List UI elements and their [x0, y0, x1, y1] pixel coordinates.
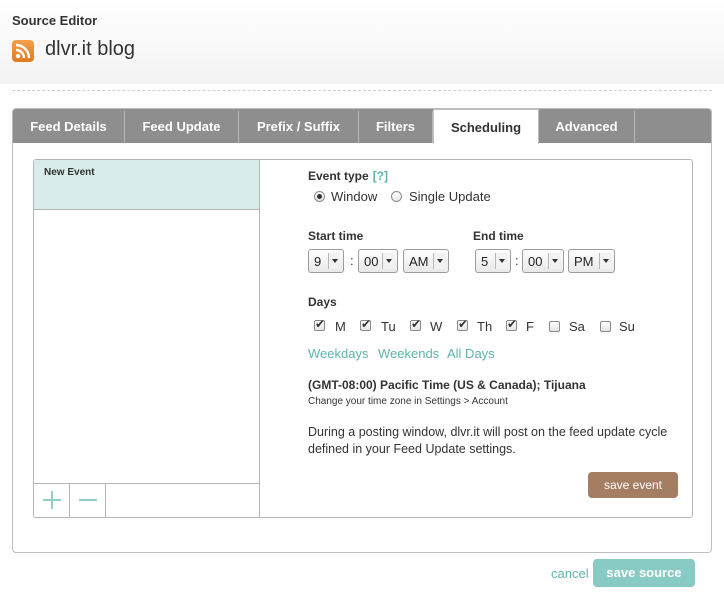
- start-ampm-select[interactable]: AM: [403, 249, 449, 273]
- remove-event-button[interactable]: [70, 484, 106, 517]
- all-days-link[interactable]: All Days: [447, 346, 495, 361]
- end-ampm-select[interactable]: PM: [568, 249, 615, 273]
- chevron-down-icon: [328, 253, 341, 269]
- end-ampm-value: PM: [574, 254, 594, 269]
- start-ampm-value: AM: [409, 254, 429, 269]
- event-list-item[interactable]: New Event: [34, 160, 259, 210]
- page-title: Source Editor: [12, 13, 98, 28]
- start-hour-select[interactable]: 9: [308, 249, 344, 273]
- tab-feed-update[interactable]: Feed Update: [125, 111, 239, 143]
- window-description: During a posting window, dlvr.it will po…: [308, 425, 668, 456]
- start-minute-select[interactable]: 00: [358, 249, 398, 273]
- event-form: Event type [?] Window Single Update Start…: [288, 160, 688, 517]
- tab-advanced[interactable]: Advanced: [539, 111, 635, 143]
- days-label: Days: [308, 295, 337, 309]
- day-checkbox-sa[interactable]: [549, 321, 560, 332]
- day-label-m: M: [335, 319, 346, 334]
- chevron-down-icon: [548, 253, 561, 269]
- single-update-radio[interactable]: [391, 191, 402, 202]
- day-checkbox-w[interactable]: [410, 317, 421, 331]
- tab-feed-details[interactable]: Feed Details: [13, 111, 125, 143]
- end-minute-select[interactable]: 00: [522, 249, 564, 273]
- day-checkbox-su[interactable]: [600, 321, 611, 332]
- start-hour-value: 9: [314, 254, 322, 269]
- chevron-down-icon: [599, 253, 612, 269]
- day-label-tu: Tu: [381, 319, 396, 334]
- chevron-down-icon: [495, 253, 508, 269]
- end-hour-value: 5: [481, 254, 489, 269]
- divider: [12, 90, 712, 91]
- day-label-sa: Sa: [569, 319, 585, 334]
- day-label-th: Th: [477, 319, 493, 334]
- chevron-down-icon: [382, 253, 395, 269]
- day-checkbox-th[interactable]: [457, 317, 468, 331]
- window-radio-label: Window: [331, 189, 378, 204]
- tab-scheduling[interactable]: Scheduling: [433, 109, 539, 144]
- timezone-hint: Change your time zone in Settings > Acco…: [308, 396, 508, 407]
- time-separator: :: [515, 253, 519, 268]
- event-type-label-text: Event type: [308, 169, 369, 183]
- window-radio[interactable]: [314, 191, 325, 202]
- day-label-f: F: [526, 319, 534, 334]
- day-checkbox-f[interactable]: [506, 317, 517, 331]
- tab-filters[interactable]: Filters: [359, 111, 433, 143]
- end-minute-value: 00: [528, 254, 543, 269]
- single-update-radio-label: Single Update: [409, 189, 491, 204]
- time-separator: :: [350, 253, 354, 268]
- scheduling-content: New Event Event type [?] Window Single U…: [33, 159, 693, 518]
- timezone-name: (GMT-08:00) Pacific Time (US & Canada); …: [308, 378, 586, 392]
- cancel-link[interactable]: cancel: [551, 566, 589, 581]
- start-time-label: Start time: [308, 229, 364, 243]
- day-checkbox-m[interactable]: [314, 317, 325, 331]
- tab-prefix-suffix[interactable]: Prefix / Suffix: [239, 111, 359, 143]
- weekdays-link[interactable]: Weekdays: [308, 346, 368, 361]
- feed-name: dlvr.it blog: [45, 38, 136, 60]
- save-source-button[interactable]: save source: [593, 559, 695, 587]
- add-event-button[interactable]: [34, 484, 70, 517]
- chevron-down-icon: [433, 253, 446, 269]
- event-type-label: Event type [?]: [308, 169, 388, 183]
- rss-icon: [12, 40, 34, 62]
- source-editor-panel: Feed Details Feed Update Prefix / Suffix…: [12, 108, 712, 553]
- save-event-button[interactable]: save event: [588, 472, 678, 498]
- start-minute-value: 00: [364, 254, 379, 269]
- event-list-footer: [34, 483, 259, 517]
- day-label-su: Su: [619, 319, 635, 334]
- tab-bar: Feed Details Feed Update Prefix / Suffix…: [13, 109, 711, 144]
- end-time-label: End time: [473, 229, 524, 243]
- day-label-w: W: [430, 319, 443, 334]
- weekends-link[interactable]: Weekends: [378, 346, 439, 361]
- event-list: New Event: [34, 160, 260, 517]
- help-link[interactable]: [?]: [373, 169, 388, 183]
- day-checkbox-tu[interactable]: [360, 317, 371, 331]
- end-hour-select[interactable]: 5: [475, 249, 511, 273]
